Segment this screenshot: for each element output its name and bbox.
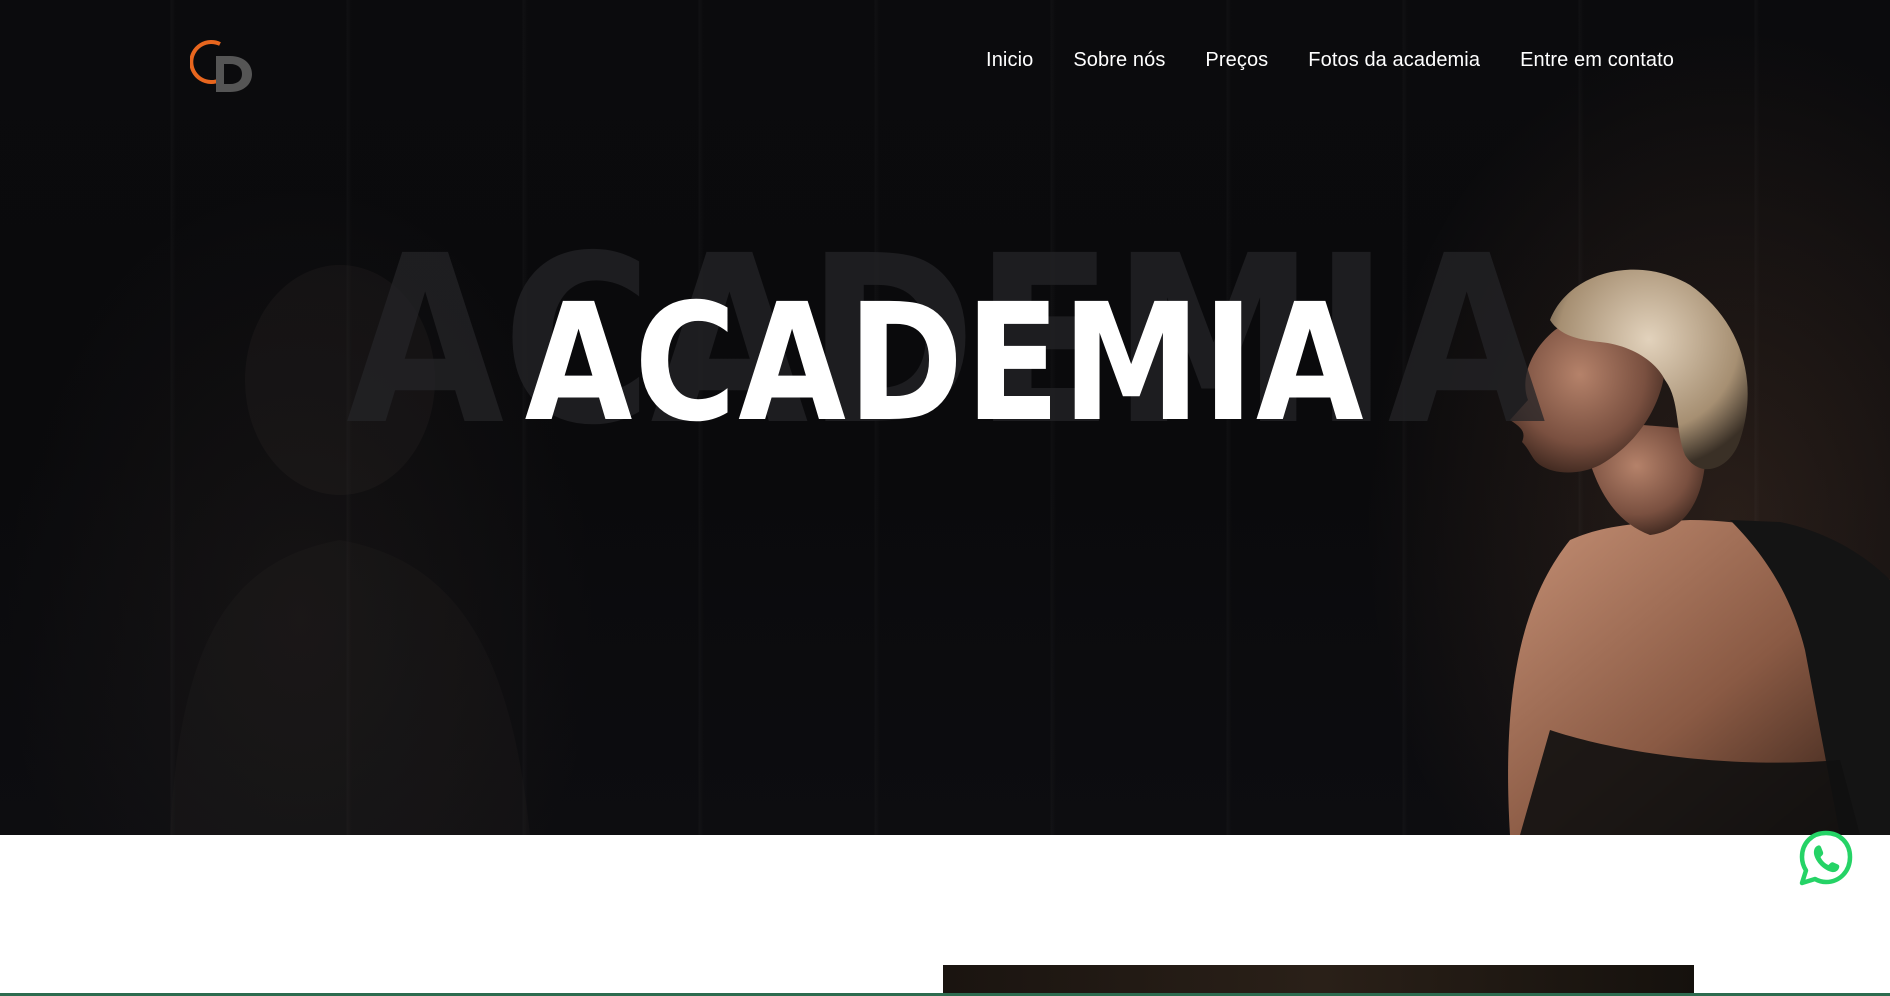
- site-header: Inicio Sobre nós Preços Fotos da academi…: [0, 0, 1890, 128]
- content-section: [0, 835, 1890, 996]
- nav-item-contato[interactable]: Entre em contato: [1520, 49, 1674, 72]
- hero-title: ACADEMIA: [524, 270, 1366, 458]
- brand-logo[interactable]: [190, 36, 256, 94]
- nav-item-fotos[interactable]: Fotos da academia: [1308, 49, 1480, 72]
- main-navigation: Inicio Sobre nós Preços Fotos da academi…: [986, 49, 1674, 72]
- nav-item-precos[interactable]: Preços: [1205, 49, 1268, 72]
- hero-section: Inicio Sobre nós Preços Fotos da academi…: [0, 0, 1890, 835]
- nav-item-inicio[interactable]: Inicio: [986, 49, 1033, 72]
- nav-item-sobre-nos[interactable]: Sobre nós: [1073, 49, 1165, 72]
- content-image: [943, 965, 1694, 996]
- whatsapp-icon[interactable]: [1797, 829, 1855, 887]
